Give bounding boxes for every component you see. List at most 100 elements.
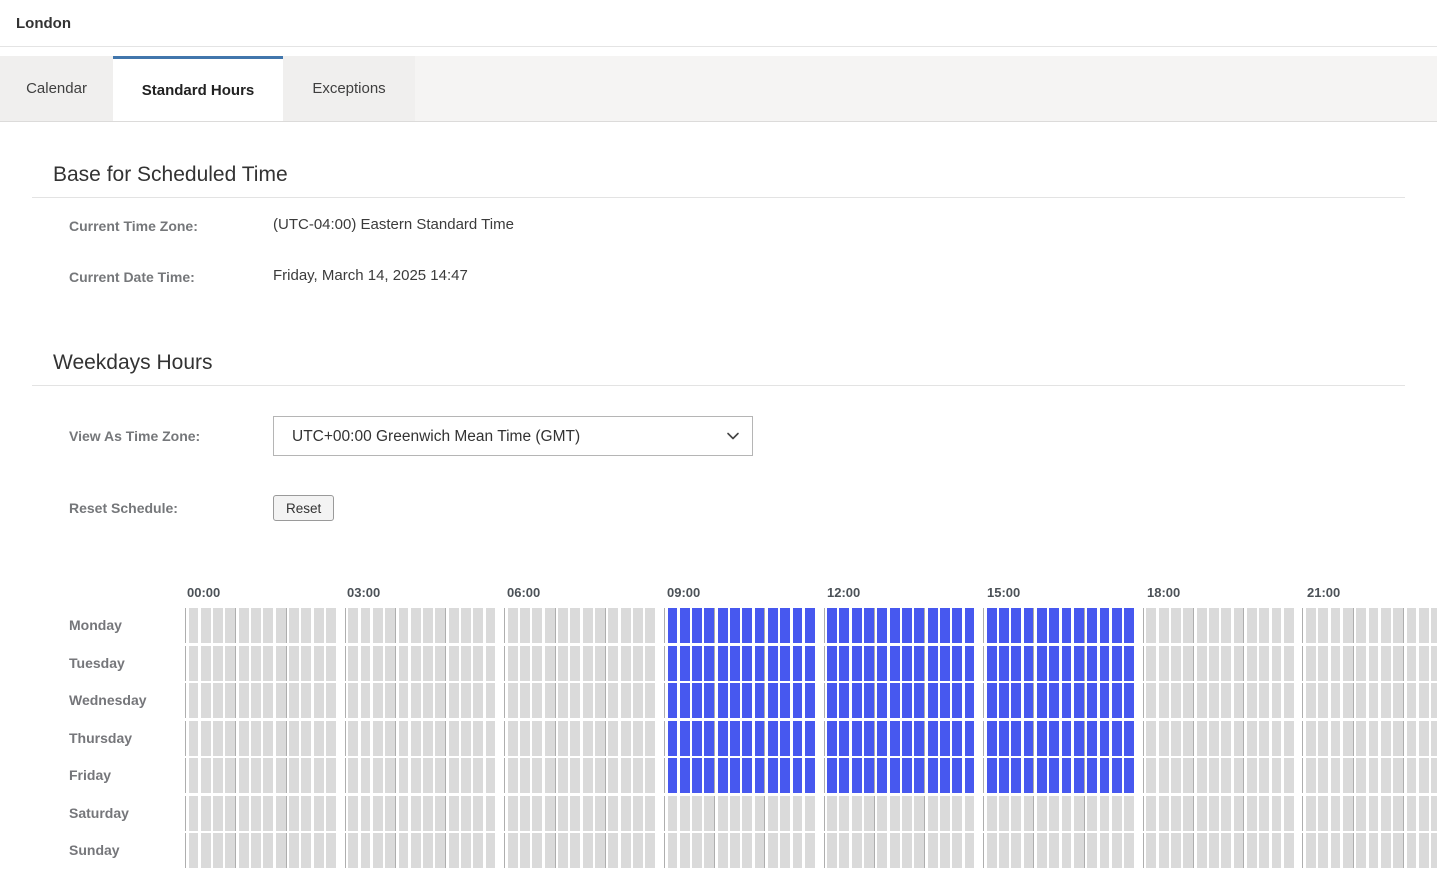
schedule-cell[interactable] [1259,721,1269,756]
schedule-cell[interactable] [532,833,542,868]
schedule-cell[interactable] [1183,646,1193,681]
schedule-cell[interactable] [793,758,803,793]
schedule-cell[interactable] [583,646,593,681]
schedule-cell[interactable] [1318,758,1328,793]
schedule-cell[interactable] [890,833,900,868]
schedule-cell[interactable] [1407,646,1417,681]
schedule-cell[interactable] [645,833,655,868]
schedule-cell[interactable] [1197,608,1207,643]
schedule-cell[interactable] [914,646,924,681]
schedule-cell[interactable] [718,646,728,681]
schedule-cell[interactable] [473,758,483,793]
schedule-cell[interactable] [952,796,962,831]
schedule-cell[interactable] [1318,608,1328,643]
schedule-cell[interactable] [276,683,286,718]
schedule-cell[interactable] [1011,608,1021,643]
schedule-cell[interactable] [1369,608,1379,643]
schedule-cell[interactable] [877,683,887,718]
schedule-cell[interactable] [570,758,580,793]
schedule-cell[interactable] [1431,833,1437,868]
schedule-cell[interactable] [423,833,433,868]
schedule-cell[interactable] [486,758,496,793]
schedule-cell[interactable] [225,646,235,681]
schedule-cell[interactable] [570,646,580,681]
schedule-cell[interactable] [1369,646,1379,681]
schedule-cell[interactable] [1159,833,1169,868]
schedule-cell[interactable] [1272,721,1282,756]
schedule-cell[interactable] [680,646,690,681]
schedule-cell[interactable] [520,683,530,718]
schedule-cell[interactable] [940,796,950,831]
schedule-cell[interactable] [189,721,199,756]
schedule-cell[interactable] [423,646,433,681]
schedule-cell[interactable] [449,608,459,643]
schedule-cell[interactable] [486,608,496,643]
schedule-cell[interactable] [435,796,445,831]
schedule-cell[interactable] [1049,683,1059,718]
schedule-cell[interactable] [326,796,336,831]
schedule-cell[interactable] [239,796,249,831]
schedule-cell[interactable] [545,721,555,756]
schedule-cell[interactable] [1171,796,1181,831]
schedule-cell[interactable] [532,608,542,643]
schedule-cell[interactable] [1407,608,1417,643]
schedule-cell[interactable] [1369,833,1379,868]
schedule-cell[interactable] [1247,683,1257,718]
schedule-cell[interactable] [780,758,790,793]
schedule-cell[interactable] [225,608,235,643]
schedule-cell[interactable] [558,796,568,831]
schedule-cell[interactable] [928,683,938,718]
schedule-cell[interactable] [928,646,938,681]
schedule-cell[interactable] [326,833,336,868]
schedule-cell[interactable] [486,646,496,681]
schedule-cell[interactable] [301,833,311,868]
schedule-cell[interactable] [608,796,618,831]
schedule-cell[interactable] [668,833,678,868]
schedule-cell[interactable] [1074,796,1084,831]
schedule-cell[interactable] [449,796,459,831]
schedule-cell[interactable] [189,683,199,718]
schedule-cell[interactable] [902,833,912,868]
schedule-cell[interactable] [1331,758,1341,793]
schedule-cell[interactable] [1272,646,1282,681]
schedule-cell[interactable] [201,758,211,793]
schedule-cell[interactable] [952,758,962,793]
schedule-cell[interactable] [890,796,900,831]
schedule-cell[interactable] [1124,833,1134,868]
schedule-cell[interactable] [1318,833,1328,868]
schedule-cell[interactable] [692,683,702,718]
schedule-cell[interactable] [189,758,199,793]
schedule-cell[interactable] [558,833,568,868]
schedule-cell[interactable] [902,683,912,718]
schedule-cell[interactable] [914,608,924,643]
schedule-cell[interactable] [680,608,690,643]
schedule-cell[interactable] [1183,833,1193,868]
schedule-cell[interactable] [827,796,837,831]
schedule-cell[interactable] [1011,796,1021,831]
schedule-cell[interactable] [1146,758,1156,793]
schedule-cell[interactable] [742,796,752,831]
schedule-cell[interactable] [1259,608,1269,643]
schedule-cell[interactable] [1100,608,1110,643]
schedule-cell[interactable] [877,608,887,643]
schedule-cell[interactable] [1124,683,1134,718]
schedule-cell[interactable] [987,608,997,643]
schedule-cell[interactable] [1234,608,1244,643]
schedule-cell[interactable] [348,608,358,643]
schedule-cell[interactable] [583,721,593,756]
schedule-cell[interactable] [755,796,765,831]
schedule-cell[interactable] [276,796,286,831]
schedule-cell[interactable] [473,646,483,681]
schedule-cell[interactable] [595,721,605,756]
schedule-cell[interactable] [314,608,324,643]
schedule-cell[interactable] [1146,683,1156,718]
schedule-cell[interactable] [399,758,409,793]
schedule-cell[interactable] [1037,833,1047,868]
schedule-cell[interactable] [545,796,555,831]
schedule-cell[interactable] [1062,833,1072,868]
schedule-cell[interactable] [314,721,324,756]
schedule-cell[interactable] [877,758,887,793]
schedule-cell[interactable] [473,833,483,868]
schedule-cell[interactable] [755,721,765,756]
schedule-cell[interactable] [1024,646,1034,681]
